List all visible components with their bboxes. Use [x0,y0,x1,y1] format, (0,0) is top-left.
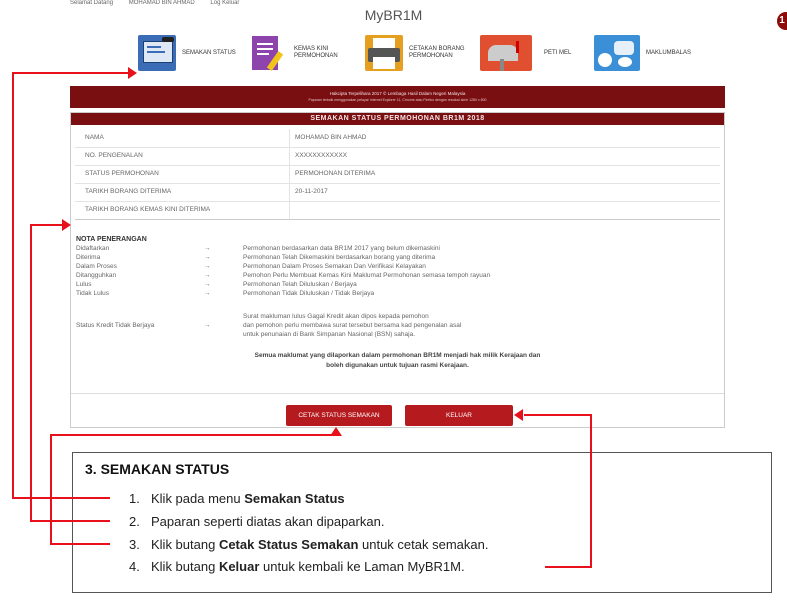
browser-note: Paparan terbaik menggunakan pelayar Inte… [308,98,487,102]
row-value: XXXXXXXXXXXX [295,152,348,159]
nota-term: Status Kredit Tidak Berjaya [76,322,155,329]
callout-line-3 [50,543,110,545]
arrow-left-icon [514,409,523,421]
row-value: PERMOHONAN DITERIMA [295,170,376,177]
callout-line-3 [50,434,52,544]
arrow-icon: → [204,281,211,288]
arrow-right-icon [128,67,137,79]
row-label: TARIKH BORANG DITERIMA [85,188,172,195]
top-strip: Selamat Datang MOHAMAD BIN AHMAD Log Kel… [70,0,253,6]
print-status-button[interactable]: CETAK STATUS SEMAKAN [286,405,392,426]
menu-label: MAKLUMBALAS [646,49,692,56]
nota-desc: Permohonan berdasarkan data BR1M 2017 ya… [243,245,440,252]
callout-line-2 [30,224,64,226]
arrow-icon: → [204,322,211,329]
nota-title: NOTA PENERANGAN [76,236,147,243]
ownership-note: Semua maklumat yang dilaporkan dalam per… [254,352,541,359]
table-row: NAMA MOHAMAD BIN AHMAD [75,129,720,148]
callout-line-2 [30,224,32,521]
callout-line-1 [12,72,14,498]
arrow-icon: → [204,290,211,297]
menu-kemas-kini[interactable]: KEMAS KINI PERMOHONAN [250,35,355,71]
nota-desc: Permohonan Dalam Proses Semakan Dan Veri… [243,263,426,270]
arrow-icon: → [204,245,211,252]
row-label: TARIKH BORANG KEMAS KINI DITERIMA [85,206,211,213]
nota-desc: Permohonan Tidak Diluluskan / Tidak Berj… [243,290,375,297]
feedback-icon [594,35,640,71]
menu-peti-mel[interactable]: PETI MEL [480,35,585,71]
callout-line-1 [12,497,110,499]
nota-term: Lulus [76,281,92,288]
nota-desc: Pemohon Perlu Membuat Kemas Kini Makluma… [243,272,491,279]
nota-term: Dalam Proses [76,263,117,270]
instruction-step: 1. Klik pada menu Semakan Status [129,491,345,506]
nota-term: Didaftarkan [76,245,110,252]
printer-icon [365,35,403,71]
instruction-step: 2. Paparan seperti diatas akan dipaparkan… [129,514,385,529]
callout-line-1 [12,72,130,74]
menu-label: PETI MEL [544,49,572,56]
row-label: NAMA [85,134,104,141]
kredit-desc: dan pemohon perlu membawa surat tersebut… [243,322,462,329]
instruction-title: 3. SEMAKAN STATUS [85,461,230,477]
callout-line-2 [30,520,110,522]
instruction-box: 3. SEMAKAN STATUS 1. Klik pada menu Semak… [72,452,772,593]
nota-desc: Permohonan Telah Dikemaskini berdasarkan… [243,254,436,261]
callout-line-3 [50,434,336,436]
menu-maklumbalas[interactable]: MAKLUMBALAS [594,35,724,71]
ownership-note: boleh digunakan untuk tujuan rasmi Keraj… [326,362,469,369]
instruction-step: 3. Klik butang Cetak Status Semakan untuk… [129,537,489,552]
mailbox-icon [480,35,532,71]
menu-cetakan-borang[interactable]: CETAKAN BORANG PERMOHONAN [365,35,475,71]
notification-badge[interactable]: 1 [777,12,787,30]
user-name: MOHAMAD BIN AHMAD [128,0,195,6]
menu-label: CETAKAN BORANG PERMOHONAN [409,46,465,59]
welcome-text: Selamat Datang [70,0,114,6]
row-value: 20-11-2017 [295,188,328,195]
nota-term: Diterima [76,254,101,261]
arrow-right-icon [62,219,71,231]
nota-term: Ditangguhkan [76,272,117,279]
callout-line-4 [524,414,592,416]
page-title: MyBR1M [364,7,423,23]
menu-semakan-status[interactable]: SEMAKAN STATUS [138,35,243,71]
arrow-up-icon [330,427,342,436]
callout-line-4 [545,566,592,568]
row-label: NO. PENGENALAN [85,152,143,159]
status-table-heading: SEMAKAN STATUS PERMOHONAN BR1M 2018 [71,113,724,125]
instruction-step: 4. Klik butang Keluar untuk kembali ke La… [129,559,465,574]
edit-document-icon [250,35,288,71]
copyright-text: Hakcipta Terpelihara 2017 © Lembaga Hasi… [329,91,466,96]
table-row: TARIKH BORANG DITERIMA 20-11-2017 [75,183,720,202]
kredit-desc: Surat makluman lulus Gagal Kredit akan d… [243,313,429,320]
nota-term: Tidak Lulus [76,290,109,297]
arrow-icon: → [204,263,211,270]
arrow-icon: → [204,272,211,279]
table-row: NO. PENGENALAN XXXXXXXXXXXX [75,147,720,166]
kredit-desc: untuk penunaian di Bank Simpanan Nasiona… [243,331,415,338]
row-label: STATUS PERMOHONAN [85,170,159,177]
nota-desc: Permohonan Telah Diluluskan / Berjaya [243,281,357,288]
arrow-icon: → [204,254,211,261]
table-row: TARIKH BORANG KEMAS KINI DITERIMA [75,201,720,220]
logout-link[interactable]: Log Keluar [210,0,239,6]
status-check-icon [138,35,176,71]
table-row: STATUS PERMOHONAN PERMOHONAN DITERIMA [75,165,720,184]
footer-banner: Hakcipta Terpelihara 2017 © Lembaga Hasi… [70,86,725,108]
menu-label: KEMAS KINI PERMOHONAN [294,46,338,59]
row-value: MOHAMAD BIN AHMAD [295,134,367,141]
callout-line-4 [590,414,592,567]
exit-button[interactable]: KELUAR [405,405,513,426]
menu-label: SEMAKAN STATUS [182,49,236,56]
status-panel: SEMAKAN STATUS PERMOHONAN BR1M 2018 NAMA… [70,112,725,428]
